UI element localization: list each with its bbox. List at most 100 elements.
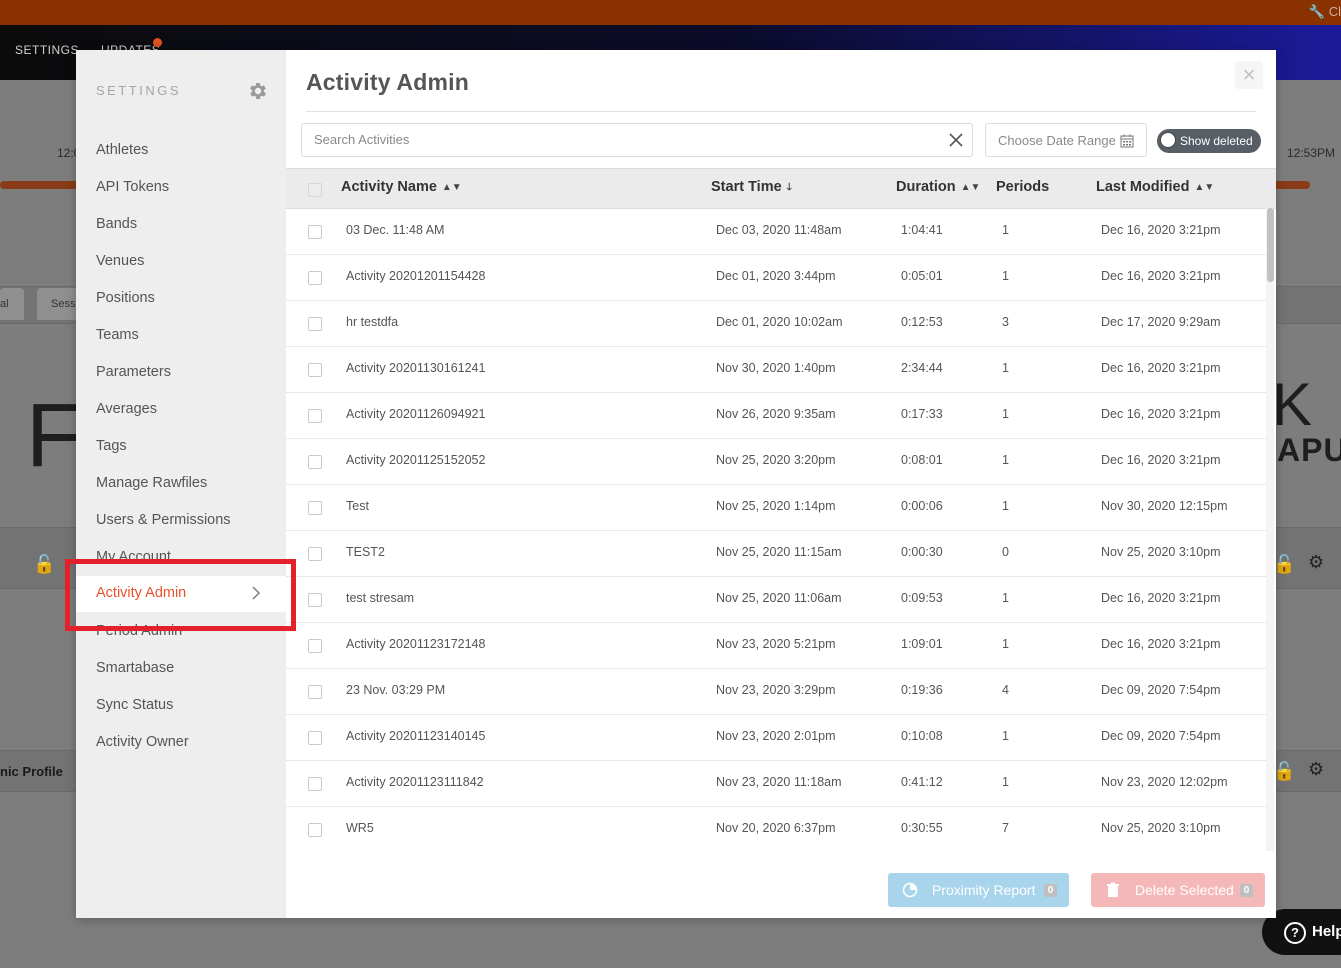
row-checkbox[interactable] (308, 731, 322, 745)
cell-start-time: Nov 23, 2020 2:01pm (716, 729, 836, 743)
select-all-checkbox[interactable] (308, 183, 322, 197)
cell-last-modified: Nov 23, 2020 12:02pm (1101, 775, 1228, 789)
column-activity-name[interactable]: Activity Name ▲▼ (341, 179, 462, 195)
bg-tab-1[interactable]: al (0, 288, 24, 320)
gear-icon[interactable]: ⚙ (1308, 552, 1324, 573)
cell-last-modified: Dec 16, 2020 3:21pm (1101, 407, 1221, 421)
row-checkbox[interactable] (308, 777, 322, 791)
table-row[interactable]: 23 Nov. 03:29 PM Nov 23, 2020 3:29pm 0:19:… (286, 668, 1266, 715)
sidebar-item-sync-status[interactable]: Sync Status (96, 697, 173, 713)
cell-duration: 0:10:08 (901, 729, 943, 743)
table-header: Activity Name ▲▼ Start Time 🡓 Duration ▲▼ P… (286, 168, 1276, 209)
row-checkbox[interactable] (308, 593, 322, 607)
sidebar-item-smartabase[interactable]: Smartabase (96, 660, 174, 676)
row-checkbox[interactable] (308, 409, 322, 423)
title-divider (306, 111, 1256, 112)
gear-icon[interactable]: ⚙ (1308, 759, 1324, 780)
sidebar-item-bands[interactable]: Bands (96, 216, 137, 232)
calendar-icon[interactable] (1120, 134, 1134, 148)
column-label: Activity Name (341, 179, 437, 195)
table-row[interactable]: Activity 20201201154428 Dec 01, 2020 3:44… (286, 254, 1266, 301)
sidebar-item-parameters[interactable]: Parameters (96, 364, 171, 380)
sidebar-item-venues[interactable]: Venues (96, 253, 144, 269)
cell-activity-name: 03 Dec. 11:48 AM (346, 223, 445, 237)
lock-icon[interactable]: 🔓 (1273, 761, 1295, 782)
search-input[interactable] (312, 131, 916, 148)
cell-last-modified: Dec 16, 2020 3:21pm (1101, 453, 1221, 467)
cell-last-modified: Dec 16, 2020 3:21pm (1101, 361, 1221, 375)
cell-start-time: Dec 01, 2020 10:02am (716, 315, 843, 329)
cell-last-modified: Dec 09, 2020 7:54pm (1101, 683, 1221, 697)
column-label: Periods (996, 179, 1050, 195)
timeline-end-time: 12:53PM (1287, 146, 1336, 160)
sidebar-item-athletes[interactable]: Athletes (96, 142, 148, 158)
column-start-time[interactable]: Start Time 🡓 (711, 179, 792, 197)
table-row[interactable]: hr testdfa Dec 01, 2020 10:02am 0:12:53 3 De… (286, 300, 1266, 347)
sidebar-item-users-permissions[interactable]: Users & Permissions (96, 512, 231, 528)
sidebar-item-api-tokens[interactable]: API Tokens (96, 179, 169, 195)
cell-periods: 4 (1002, 683, 1009, 697)
row-checkbox[interactable] (308, 271, 322, 285)
activity-table-body: 03 Dec. 11:48 AM Dec 03, 2020 11:48am 1:04… (286, 208, 1266, 851)
sidebar-item-manage-rawfiles[interactable]: Manage Rawfiles (96, 475, 207, 491)
scrollbar-thumb[interactable] (1267, 208, 1274, 282)
lock-icon[interactable]: 🔓 (1273, 554, 1295, 575)
table-row[interactable]: Activity 20201126094921 Nov 26, 2020 9:35… (286, 392, 1266, 439)
date-range-input[interactable] (996, 132, 1120, 149)
row-checkbox[interactable] (308, 225, 322, 239)
row-checkbox[interactable] (308, 455, 322, 469)
table-row[interactable]: 03 Dec. 11:48 AM Dec 03, 2020 11:48am 1:04… (286, 208, 1266, 255)
delete-count-badge: 0 (1240, 884, 1253, 897)
table-row[interactable]: TEST2 Nov 25, 2020 11:15am 0:00:30 0 Nov 25,… (286, 530, 1266, 577)
cell-start-time: Nov 20, 2020 6:37pm (716, 821, 836, 835)
column-duration[interactable]: Duration ▲▼ (896, 179, 980, 195)
cell-start-time: Nov 26, 2020 9:35am (716, 407, 836, 421)
table-row[interactable]: Activity 20201123172148 Nov 23, 2020 5:21… (286, 622, 1266, 669)
gear-icon[interactable] (247, 80, 269, 102)
nav-settings[interactable]: SETTINGS (15, 43, 79, 57)
table-row[interactable]: WR5 Nov 20, 2020 6:37pm 0:30:55 7 Nov 25, 20… (286, 806, 1266, 851)
cell-last-modified: Dec 09, 2020 7:54pm (1101, 729, 1221, 743)
row-checkbox[interactable] (308, 501, 322, 515)
show-deleted-toggle[interactable]: Show deleted (1157, 129, 1261, 153)
cell-activity-name: Activity 20201123140145 (346, 729, 486, 743)
table-row[interactable]: test stresam Nov 25, 2020 11:06am 0:09:53 1… (286, 576, 1266, 623)
sidebar-item-tags[interactable]: Tags (96, 438, 127, 454)
cell-start-time: Nov 25, 2020 3:20pm (716, 453, 836, 467)
cell-activity-name: TEST2 (346, 545, 385, 559)
delete-selected-label: Delete Selected (1135, 882, 1234, 898)
scrollbar-track[interactable] (1266, 208, 1274, 851)
table-row[interactable]: Test Nov 25, 2020 1:14pm 0:00:06 1 Nov 30, 2… (286, 484, 1266, 531)
proximity-report-button[interactable]: Proximity Report 0 (888, 873, 1069, 907)
lock-icon[interactable]: 🔓 (33, 554, 55, 575)
cell-duration: 0:30:55 (901, 821, 943, 835)
table-row[interactable]: Activity 20201123111842 Nov 23, 2020 11:1… (286, 760, 1266, 807)
cell-start-time: Nov 23, 2020 5:21pm (716, 637, 836, 651)
date-range-field (985, 123, 1147, 157)
row-checkbox[interactable] (308, 363, 322, 377)
row-checkbox[interactable] (308, 639, 322, 653)
updates-notification-dot (153, 38, 162, 47)
table-row[interactable]: Activity 20201123140145 Nov 23, 2020 2:01… (286, 714, 1266, 761)
table-row[interactable]: Activity 20201130161241 Nov 30, 2020 1:40… (286, 346, 1266, 393)
row-checkbox[interactable] (308, 685, 322, 699)
activity-admin-panel: Activity Admin × Show deleted Activity (286, 50, 1276, 918)
top-bar-text: Cl (1328, 4, 1341, 19)
clear-search-icon[interactable] (946, 130, 966, 150)
row-checkbox[interactable] (308, 823, 322, 837)
table-row[interactable]: Activity 20201125152052 Nov 25, 2020 3:20… (286, 438, 1266, 485)
row-checkbox[interactable] (308, 547, 322, 561)
cell-duration: 1:09:01 (901, 637, 943, 651)
cell-periods: 1 (1002, 591, 1009, 605)
sidebar-item-activity-owner[interactable]: Activity Owner (96, 734, 189, 750)
delete-selected-button[interactable]: Delete Selected 0 (1091, 873, 1265, 907)
sidebar-item-positions[interactable]: Positions (96, 290, 155, 306)
cell-periods: 1 (1002, 775, 1009, 789)
cell-duration: 2:34:44 (901, 361, 943, 375)
cell-periods: 1 (1002, 729, 1009, 743)
sidebar-item-averages[interactable]: Averages (96, 401, 157, 417)
column-last-modified[interactable]: Last Modified ▲▼ (1096, 179, 1214, 195)
close-button[interactable]: × (1235, 61, 1263, 89)
sidebar-item-teams[interactable]: Teams (96, 327, 139, 343)
row-checkbox[interactable] (308, 317, 322, 331)
